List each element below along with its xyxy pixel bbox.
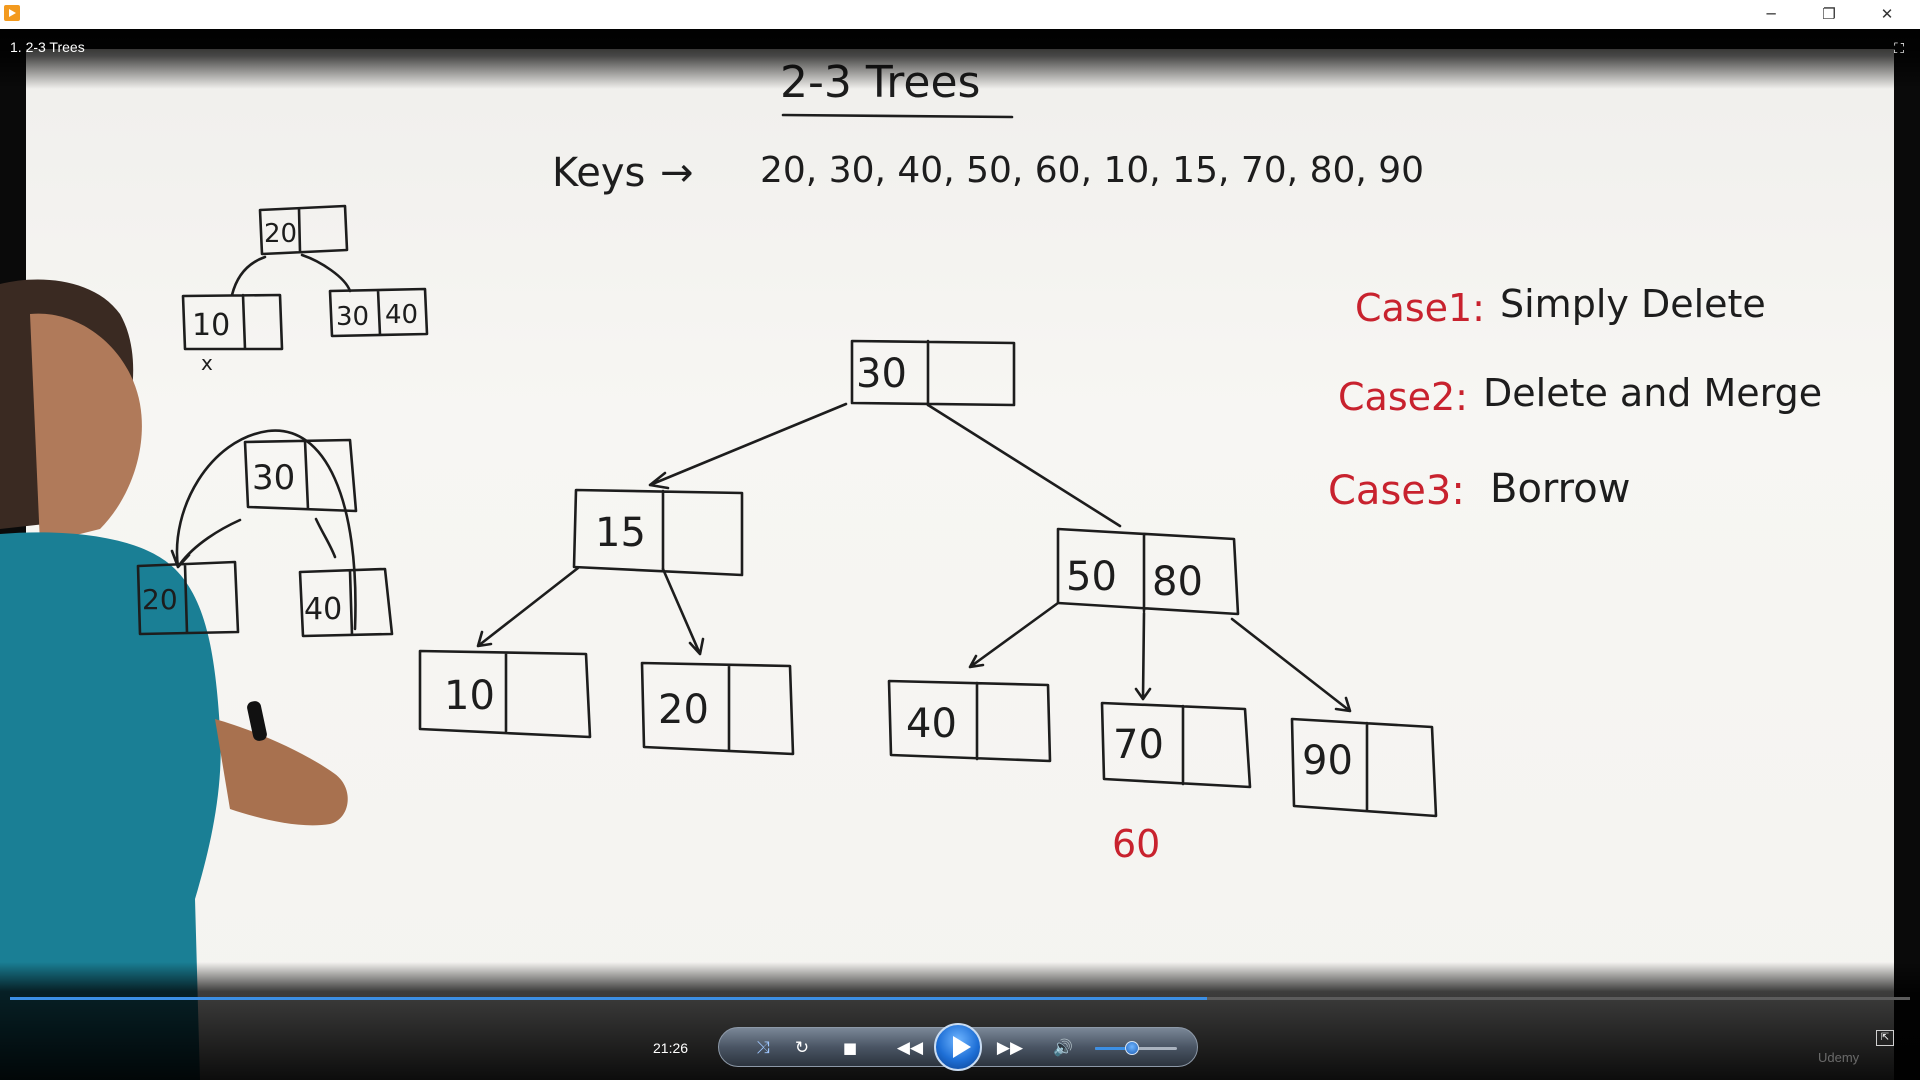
- case-2-text: Delete and Merge: [1483, 371, 1822, 415]
- keys-values: 20, 30, 40, 50, 60, 10, 15, 70, 80, 90: [760, 150, 1424, 191]
- node-left: 15: [572, 488, 744, 577]
- small-tree-2-left-key: 20: [142, 583, 178, 616]
- previous-button[interactable]: ◀◀: [895, 1036, 925, 1060]
- repeat-icon[interactable]: ↻: [787, 1036, 817, 1060]
- leaf-90: 90: [1290, 717, 1438, 818]
- seek-bar-progress: [10, 997, 1207, 1000]
- video-title: 1. 2-3 Trees: [10, 39, 85, 55]
- edge-50-40: [968, 601, 1060, 669]
- watermark-logo: Udemy: [1818, 1050, 1860, 1065]
- whiteboard-drawing: 2-3 Trees Keys → 20, 30, 40, 50, 60, 10,…: [136, 57, 1822, 866]
- video-frame[interactable]: 2-3 Trees Keys → 20, 30, 40, 50, 60, 10,…: [0, 29, 1920, 1080]
- node-right-key-1: 50: [1066, 554, 1117, 600]
- keys-label: Keys: [552, 150, 645, 196]
- leaf-90-key: 90: [1302, 738, 1353, 784]
- small-tree-2: 30 20 40: [136, 429, 394, 638]
- edge-80-90: [1230, 617, 1352, 713]
- seek-bar[interactable]: [10, 997, 1910, 1000]
- small-tree-1-left-key: 10: [192, 308, 230, 343]
- small-tree-1-root-key: 20: [264, 219, 297, 249]
- media-player-icon: [4, 5, 20, 21]
- small-tree-1-right-key-1: 30: [336, 302, 369, 332]
- close-button[interactable]: ✕: [1858, 0, 1916, 29]
- next-button[interactable]: ▶▶: [995, 1036, 1025, 1060]
- node-root-key: 30: [856, 351, 907, 397]
- current-time: 21:26: [653, 1040, 689, 1056]
- small-tree-1-mark: x: [201, 351, 213, 375]
- play-button[interactable]: [934, 1023, 982, 1071]
- volume-slider[interactable]: [1095, 1041, 1177, 1055]
- node-right-key-2: 80: [1152, 559, 1203, 605]
- heading-underline: [781, 113, 1014, 119]
- keys-arrow: →: [660, 150, 694, 196]
- small-tree-2-right-key: 40: [304, 592, 342, 627]
- node-left-key: 15: [595, 510, 646, 556]
- small-tree-1-right-key-2: 40: [385, 300, 418, 330]
- edge-root-right: [926, 403, 1122, 528]
- minimize-button[interactable]: ─: [1742, 0, 1800, 29]
- removed-key-text: 60: [1112, 822, 1160, 866]
- leaf-40: 40: [887, 679, 1052, 763]
- leaf-10: 10: [418, 649, 592, 739]
- edge-15-20: [661, 567, 705, 656]
- edge-80-70: [1134, 611, 1152, 701]
- edge-15-10: [476, 566, 580, 648]
- case-1-label: Case1:: [1355, 286, 1485, 330]
- leaf-70-key: 70: [1113, 722, 1164, 768]
- leaf-20: 20: [640, 661, 795, 756]
- node-root: 30: [850, 339, 1016, 407]
- video-top-overlay: [0, 29, 1920, 89]
- shuffle-icon[interactable]: ⤨: [748, 1036, 778, 1060]
- case-1-text: Simply Delete: [1500, 282, 1766, 326]
- case-3-label: Case3:: [1328, 468, 1465, 514]
- node-right: 50 80: [1056, 527, 1240, 616]
- media-player-window: ─ ❐ ✕ 2-3 Trees Keys → 20, 30, 40, 50, 6…: [0, 0, 1920, 1080]
- restore-button[interactable]: ❐: [1800, 0, 1858, 29]
- window-title-bar: ─ ❐ ✕: [0, 0, 1920, 29]
- edge-root-left: [648, 402, 848, 490]
- fullscreen-icon[interactable]: ⛶: [1890, 39, 1908, 57]
- small-tree-2-root-key: 30: [252, 458, 295, 498]
- leaf-70: 70: [1100, 701, 1252, 789]
- small-tree-1: 20 10 30 40 x: [181, 204, 429, 375]
- volume-slider-thumb[interactable]: [1124, 1041, 1139, 1055]
- switch-to-library-button[interactable]: ⇱: [1876, 1030, 1894, 1046]
- leaf-40-key: 40: [906, 701, 957, 747]
- stop-button[interactable]: ■: [835, 1036, 865, 1060]
- case-3-text: Borrow: [1490, 466, 1630, 512]
- volume-icon[interactable]: 🔊: [1048, 1036, 1078, 1060]
- leaf-20-key: 20: [658, 687, 709, 733]
- case-2-label: Case2:: [1338, 375, 1468, 419]
- leaf-10-key: 10: [444, 673, 495, 719]
